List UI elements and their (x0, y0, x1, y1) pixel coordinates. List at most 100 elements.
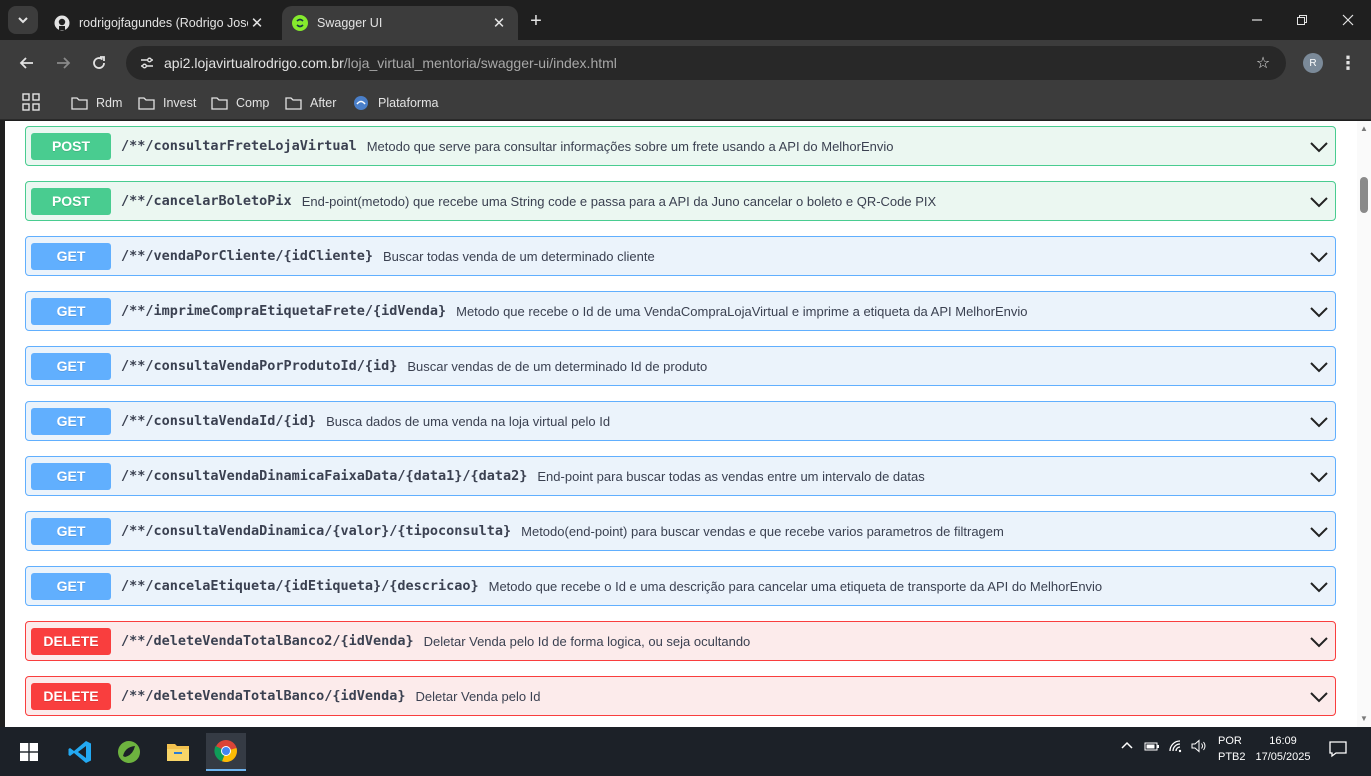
http-method-badge: GET (31, 242, 111, 270)
bookmark-comp[interactable]: Comp (210, 91, 269, 115)
address-bar[interactable]: api2.lojavirtualrodrigo.com.br/loja_virt… (126, 46, 1286, 80)
endpoint-summary: Buscar todas venda de um determinado cli… (382, 248, 655, 264)
chevron-down-icon[interactable] (1309, 192, 1329, 212)
folder-icon (137, 95, 155, 111)
reload-button[interactable] (84, 48, 114, 78)
chevron-down-icon[interactable] (1309, 577, 1329, 597)
operation-get[interactable]: GET /**/consultaVendaId/{id} Busca dados d… (25, 401, 1336, 441)
site-icon (352, 95, 370, 111)
bookmark-after[interactable]: After (284, 91, 336, 115)
operation-delete[interactable]: DELETE /**/deleteVendaTotalBanco/{idVenda… (25, 676, 1336, 716)
github-icon (54, 15, 70, 31)
bookmark-label: Plataforma (378, 96, 439, 110)
volume-icon[interactable] (1191, 739, 1207, 756)
close-tab-icon[interactable]: ✕ (248, 14, 266, 32)
restore-button[interactable] (1279, 0, 1325, 40)
operation-post[interactable]: POST /**/cancelarBoletoPix End-point(metod… (25, 181, 1336, 221)
operation-get[interactable]: GET /**/consultaVendaDinamica/{valor}/{ti… (25, 511, 1336, 551)
operation-delete[interactable]: DELETE /**/deleteVendaTotalBanco2/{idVend… (25, 621, 1336, 661)
tab-github[interactable]: rodrigojfagundes (Rodrigo Jose ✕ (44, 6, 276, 40)
windows-start-icon[interactable] (9, 733, 49, 771)
bookmark-invest[interactable]: Invest (137, 91, 196, 115)
operation-post[interactable]: POST /**/consultarFreteLojaVirtual Metodo … (25, 126, 1336, 166)
tab-title: Swagger UI (317, 16, 383, 30)
chevron-down-icon[interactable] (1309, 302, 1329, 322)
keyboard-layout: PTB2 (1218, 751, 1246, 763)
forward-button[interactable] (48, 48, 78, 78)
http-method-badge: GET (31, 297, 111, 325)
http-method-badge: GET (31, 572, 111, 600)
back-button[interactable] (12, 48, 42, 78)
windows-taskbar: POR PTB2 16:09 17/05/2025 (0, 727, 1371, 776)
chevron-down-icon[interactable] (1309, 357, 1329, 377)
endpoint-summary: Metodo que recebe o Id de uma VendaCompr… (456, 303, 1028, 319)
spring-tools-icon[interactable] (109, 733, 149, 771)
browser-toolbar: api2.lojavirtualrodrigo.com.br/loja_virt… (0, 40, 1371, 86)
input-language-indicator[interactable]: POR PTB2 (1218, 733, 1246, 765)
scroll-down-icon[interactable]: ▼ (1360, 715, 1368, 723)
endpoint-summary: Metodo que serve para consultar informaç… (366, 138, 894, 154)
operation-get[interactable]: GET /**/consultaVendaDinamicaFaixaData/{d… (25, 456, 1336, 496)
new-tab-button[interactable]: + (523, 8, 549, 34)
url-path: /loja_virtual_mentoria/swagger-ui/index.… (343, 55, 617, 71)
clock-date: 17/05/2025 (1255, 751, 1311, 763)
folder-icon (70, 95, 88, 111)
operation-get[interactable]: GET /**/consultaVendaPorProdutoId/{id} Bus… (25, 346, 1336, 386)
chevron-up-icon[interactable] (1120, 739, 1134, 756)
site-info-icon[interactable] (136, 52, 158, 74)
tab-swagger[interactable]: Swagger UI ✕ (282, 6, 518, 40)
endpoint-path: /**/vendaPorCliente/{idCliente} (121, 248, 373, 264)
endpoint-path: /**/cancelarBoletoPix (121, 193, 292, 209)
bookmarks-bar: Rdm Invest Comp After Plataforma (0, 86, 1371, 120)
http-method-badge: GET (31, 407, 111, 435)
http-method-badge: GET (31, 462, 111, 490)
page-scrollbar[interactable]: ▲ ▼ (1357, 121, 1371, 727)
operation-get[interactable]: GET /**/vendaPorCliente/{idCliente} Buscar… (25, 236, 1336, 276)
endpoint-summary: End-point(metodo) que recebe uma String … (301, 193, 937, 209)
scrollbar-thumb[interactable] (1360, 177, 1368, 213)
chevron-down-icon[interactable] (1309, 632, 1329, 652)
http-method-badge: POST (31, 187, 111, 215)
endpoint-summary: Busca dados de uma venda na loja virtual… (326, 413, 611, 429)
apps-grid-icon[interactable] (22, 93, 40, 111)
chevron-down-icon[interactable] (1309, 247, 1329, 267)
reload-icon (93, 56, 105, 69)
scroll-up-icon[interactable]: ▲ (1360, 125, 1368, 133)
chevron-down-icon[interactable] (1309, 467, 1329, 487)
clock-time: 16:09 (1269, 735, 1297, 747)
chevron-down-icon[interactable] (1309, 522, 1329, 542)
http-method-badge: DELETE (31, 682, 111, 710)
endpoint-path: /**/cancelaEtiqueta/{idEtiqueta}/{descri… (121, 578, 479, 594)
tab-search-button[interactable] (8, 6, 38, 34)
vscode-icon[interactable] (60, 733, 100, 771)
bookmark-rdm[interactable]: Rdm (70, 91, 122, 115)
chrome-icon[interactable] (206, 733, 246, 771)
bookmark-star-icon[interactable]: ☆ (1252, 52, 1274, 74)
profile-avatar[interactable]: R (1303, 53, 1323, 73)
folder-icon (284, 95, 302, 111)
battery-icon[interactable] (1144, 739, 1160, 756)
http-method-badge: GET (31, 352, 111, 380)
chevron-down-icon[interactable] (1309, 137, 1329, 157)
chevron-down-icon[interactable] (1309, 687, 1329, 707)
endpoint-path: /**/consultarFreteLojaVirtual (121, 138, 357, 154)
close-tab-icon[interactable]: ✕ (490, 14, 508, 32)
minimize-button[interactable] (1234, 0, 1280, 40)
operation-get[interactable]: GET /**/imprimeCompraEtiquetaFrete/{idVen… (25, 291, 1336, 331)
arrow-left-icon (19, 57, 33, 69)
url-text: api2.lojavirtualrodrigo.com.br/loja_virt… (164, 55, 617, 71)
endpoint-summary: Buscar vendas de de um determinado Id de… (407, 358, 708, 374)
notification-icon[interactable] (1328, 739, 1348, 759)
close-window-button[interactable] (1325, 0, 1371, 40)
chevron-down-icon[interactable] (1309, 412, 1329, 432)
endpoint-summary: Deletar Venda pelo Id de forma logica, o… (423, 633, 751, 649)
file-explorer-icon[interactable] (158, 733, 198, 771)
system-clock[interactable]: 16:09 17/05/2025 (1254, 733, 1312, 765)
operation-get[interactable]: GET /**/cancelaEtiqueta/{idEtiqueta}/{des… (25, 566, 1336, 606)
wifi-icon[interactable] (1168, 739, 1184, 756)
bookmark-plataforma[interactable]: Plataforma (352, 91, 438, 115)
restore-icon (1297, 15, 1307, 25)
browser-menu-icon[interactable]: ⋮ (1336, 50, 1360, 76)
endpoint-path: /**/imprimeCompraEtiquetaFrete/{idVenda} (121, 303, 447, 319)
endpoint-summary: Metodo(end-point) para buscar vendas e q… (521, 523, 1004, 539)
